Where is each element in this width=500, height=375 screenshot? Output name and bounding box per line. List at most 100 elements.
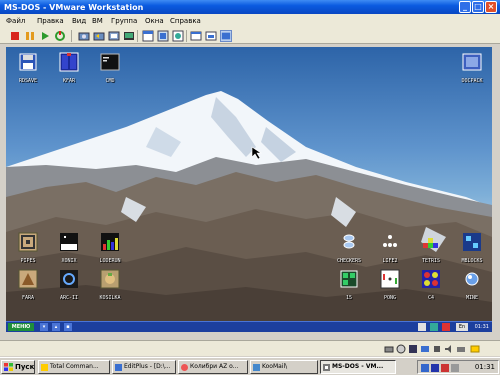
tetris-icon [423, 238, 438, 248]
reset-icon[interactable] [54, 30, 66, 42]
view-icon[interactable] [205, 30, 217, 42]
terminal-icon [100, 53, 120, 71]
desktop-icon-kfar[interactable]: KFAR [51, 52, 87, 84]
quickswitch-icon[interactable] [172, 30, 184, 42]
guest-screen[interactable]: RDSAVE KFAR CMD DOCPACK PIPES XONIX LODE… [6, 47, 492, 332]
unity-icon[interactable] [190, 30, 202, 42]
tray-icon-4[interactable] [451, 364, 459, 372]
tray-lang-icon[interactable] [431, 364, 439, 372]
revert-icon[interactable] [93, 30, 105, 42]
desktop-icon-fara[interactable]: FARA [10, 269, 46, 301]
guest-clock: 01:31 [474, 324, 489, 330]
windows-taskbar: Пуск Total Comman... EditPlus - [D:\... … [0, 357, 500, 375]
desktop-icon-tetris[interactable]: TETRIS [413, 232, 449, 264]
menu-edit[interactable]: Правка [37, 17, 64, 25]
checkers-icon [343, 234, 355, 249]
mail-icon [253, 364, 260, 371]
desktop-icon-docpack[interactable]: DOCPACK [454, 52, 490, 84]
pause-icon[interactable] [24, 30, 36, 42]
desktop-icon-pipes[interactable]: PIPES [10, 232, 46, 264]
task-editplus[interactable]: EditPlus - [D:\... [112, 360, 176, 374]
summary-icon[interactable] [142, 30, 154, 42]
editplus-icon [115, 364, 122, 371]
desktop-icon-pong[interactable]: PONG [372, 269, 408, 301]
docpack-icon [462, 53, 482, 71]
printer-icon[interactable] [456, 344, 466, 354]
guest-quick-launch-3[interactable]: ▪ [64, 323, 72, 331]
menu-file[interactable]: Файл [6, 17, 25, 25]
guest-tray-icon-1[interactable] [418, 323, 426, 331]
guest-taskbar: МЕНЮ ▾ ▴ ▪ En 01:31 [6, 321, 492, 332]
desktop-icon-c4[interactable]: C4 [413, 269, 449, 301]
tray-icon-3[interactable] [441, 364, 449, 372]
task-koomail[interactable]: KooMail\ [250, 360, 318, 374]
cdrom-icon[interactable] [396, 344, 406, 354]
guest-tray-icon-2[interactable] [430, 323, 438, 331]
desktop-icon-15[interactable]: 15 [331, 269, 367, 301]
life-icon [383, 235, 397, 247]
vmware-status-bar [0, 340, 500, 356]
menu-view[interactable]: Вид [72, 17, 86, 25]
c4-icon [422, 270, 440, 288]
menu-vm[interactable]: ВМ [92, 17, 103, 25]
window-title: MS-DOS - VMware Workstation [4, 3, 144, 12]
desktop-icon-life2[interactable]: LIFE2 [372, 232, 408, 264]
vmware-icon [323, 364, 330, 371]
mine-icon [465, 272, 479, 286]
guest-quick-launch-1[interactable]: ▾ [40, 323, 48, 331]
fullscreen-icon[interactable] [157, 30, 169, 42]
desktop-icon-checkers[interactable]: CHECKERS [331, 232, 367, 264]
desktop-icon-mine[interactable]: MINE [454, 269, 490, 301]
task-total-commander[interactable]: Total Comman... [38, 360, 110, 374]
toolbar [0, 28, 500, 44]
desktop-icon-cmd[interactable]: CMD [92, 52, 128, 84]
harddisk-icon[interactable] [384, 344, 394, 354]
fifteen-icon [340, 270, 358, 288]
menu-team[interactable]: Группа [111, 17, 137, 25]
windows-logo-icon [4, 363, 13, 371]
usb-icon[interactable] [432, 344, 442, 354]
start-label: Пуск [15, 363, 35, 371]
menu-help[interactable]: Справка [170, 17, 201, 25]
task-vmware-msdos[interactable]: MS-DOS - VM... [320, 360, 396, 374]
manage-snapshots-icon[interactable] [108, 30, 120, 42]
pipes-icon [18, 232, 38, 252]
snapshot-icon[interactable] [78, 30, 90, 42]
pong-icon [380, 269, 400, 289]
tray-icon-1[interactable] [421, 364, 429, 372]
menu-windows[interactable]: Окна [145, 17, 164, 25]
guest-tray-icon-3[interactable] [442, 323, 450, 331]
xonix-icon [60, 233, 78, 251]
desktop-icon-loderun[interactable]: LODERUN [92, 232, 128, 264]
desktop-icon-kosilka[interactable]: KOSILKA [92, 269, 128, 301]
system-tray: 01:31 [417, 360, 499, 374]
guest-lang[interactable]: En [456, 323, 468, 331]
console-icon[interactable] [123, 30, 135, 42]
minimize-button[interactable]: _ [459, 1, 471, 13]
arc-icon [60, 270, 78, 288]
window-titlebar[interactable]: MS-DOS - VMware Workstation _ □ × [0, 0, 500, 14]
desktop-icon-rdsave[interactable]: RDSAVE [10, 52, 46, 84]
network-icon[interactable] [420, 344, 430, 354]
message-icon[interactable] [470, 344, 480, 354]
play-icon[interactable] [39, 30, 51, 42]
task-kolibri[interactable]: Колибри AZ о... [178, 360, 248, 374]
floppy-icon [19, 53, 37, 71]
taskbar-clock: 01:31 [474, 363, 495, 371]
desktop-icon-mblocks[interactable]: MBLOCKS [454, 232, 490, 264]
start-button[interactable]: Пуск [1, 360, 35, 374]
console-view-icon[interactable] [220, 30, 232, 42]
mblocks-icon [463, 233, 481, 251]
floppy-drive-icon[interactable] [408, 344, 418, 354]
sound-icon[interactable] [444, 344, 454, 354]
guest-quick-launch-2[interactable]: ▴ [52, 323, 60, 331]
browser-icon [181, 364, 188, 371]
desktop-icon-xonix[interactable]: XONIX [51, 232, 87, 264]
guest-menu-button[interactable]: МЕНЮ [8, 323, 34, 331]
menu-bar: Файл Правка Вид ВМ Группа Окна Справка [0, 14, 500, 28]
desktop-icon-arc[interactable]: ARC-II [51, 269, 87, 301]
maximize-button[interactable]: □ [472, 1, 484, 13]
close-button[interactable]: × [485, 1, 497, 13]
stop-icon[interactable] [9, 30, 21, 42]
loderun-icon [101, 233, 119, 251]
